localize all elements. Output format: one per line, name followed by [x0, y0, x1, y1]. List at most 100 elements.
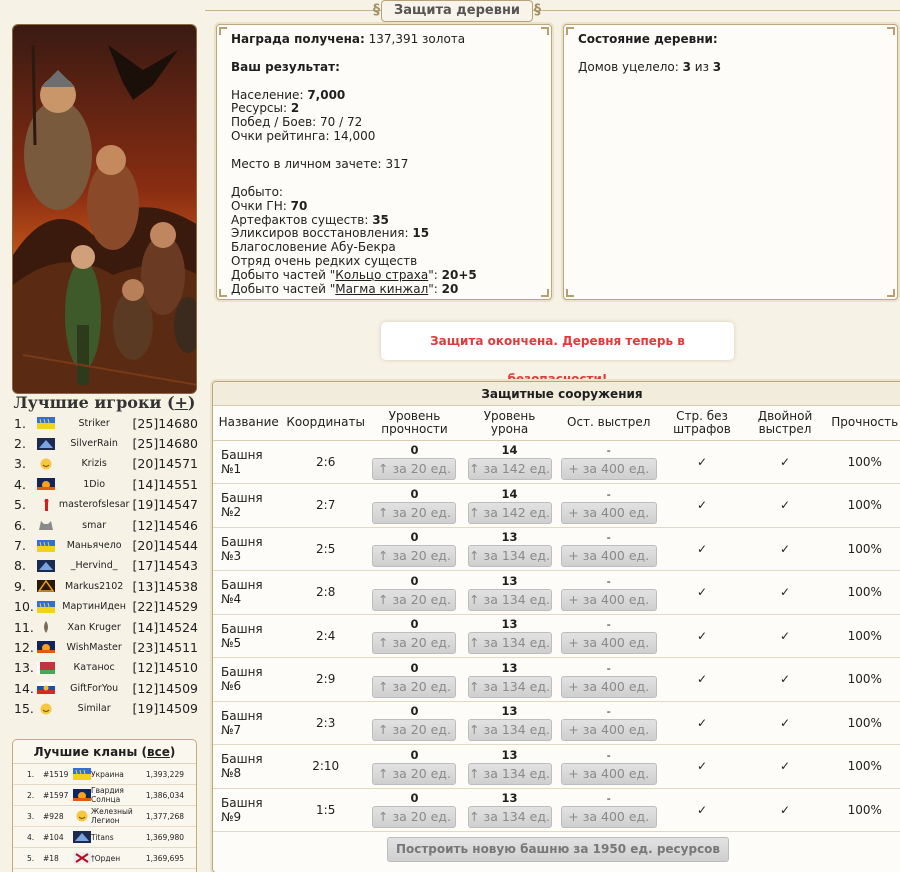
player-name-link[interactable]: Xan Kruger — [56, 622, 133, 633]
player-score: 14571 — [158, 456, 198, 472]
upgrade-durability-button[interactable]: ↑ за 20 ед. — [372, 675, 457, 698]
player-name-link[interactable]: GiftForYou — [56, 683, 133, 694]
clan-flag-icon[interactable] — [36, 702, 56, 716]
tower-name: Башня №4 — [213, 570, 285, 615]
clan-flag-icon[interactable] — [36, 640, 56, 654]
player-rank: 8. — [14, 558, 26, 574]
add-shots-button[interactable]: + за 400 ед. — [560, 719, 657, 742]
player-score: 14510 — [158, 660, 198, 676]
player-name-link[interactable]: SilverRain — [56, 438, 133, 449]
tower-row: Башня №3 2:5 0 ↑ за 20 ед. 13 ↑ за 134 ед. - + … — [213, 527, 900, 571]
durability-level-cell: 0 ↑ за 20 ед. — [366, 701, 463, 745]
clan-name-link[interactable]: Железный Легион — [91, 807, 143, 825]
clan-flag-icon[interactable] — [36, 681, 56, 695]
add-shots-button[interactable]: + за 400 ед. — [560, 762, 657, 785]
dagger-suffix: ": — [428, 282, 438, 297]
upgrade-damage-button[interactable]: ↑ за 142 ед. — [467, 501, 552, 524]
defense-finished-notice: Защита окончена. Деревня теперь в безопа… — [381, 322, 734, 386]
upgrade-durability-button[interactable]: ↑ за 20 ед. — [372, 588, 457, 611]
build-tower-button[interactable]: Построить новую башню за 1950 ед. ресурс… — [387, 837, 729, 862]
tower-name: Башня №6 — [213, 657, 285, 702]
tower-coords: 2:10 — [284, 744, 367, 789]
magma-dagger-link[interactable]: Магма кинжал — [335, 282, 428, 296]
player-level: [20] — [132, 456, 159, 472]
clan-row: 1. #1519 Украина 1,393,229 — [13, 764, 196, 785]
top-players-toggle[interactable]: + — [175, 393, 188, 412]
player-name-link[interactable]: Маньячело — [56, 540, 133, 551]
upgrade-damage-button[interactable]: ↑ за 142 ед. — [467, 458, 552, 481]
clan-flag-icon[interactable] — [36, 477, 56, 491]
upgrade-durability-button[interactable]: ↑ за 20 ед. — [372, 806, 457, 829]
add-shots-button[interactable]: + за 400 ед. — [560, 501, 657, 524]
upgrade-damage-button[interactable]: ↑ за 134 ед. — [467, 719, 552, 742]
player-name-link[interactable]: Катанос — [56, 662, 133, 673]
upgrade-damage-button[interactable]: ↑ за 134 ед. — [467, 675, 552, 698]
damage-level-value: 13 — [501, 660, 518, 675]
upgrade-durability-button[interactable]: ↑ за 20 ед. — [372, 501, 457, 524]
clan-flag-icon[interactable] — [36, 661, 56, 675]
clan-flag-icon[interactable] — [36, 498, 56, 512]
top-clans-all-link[interactable]: все — [147, 745, 170, 759]
player-name-link[interactable]: _Hervind_ — [56, 560, 133, 571]
upgrade-durability-button[interactable]: ↑ за 20 ед. — [372, 632, 457, 655]
player-name-link[interactable]: masterofslesar — [56, 499, 133, 510]
player-rank: 9. — [14, 578, 26, 594]
add-shots-button[interactable]: + за 400 ед. — [560, 806, 657, 829]
player-name-link[interactable]: 1Dio — [56, 479, 133, 490]
village-state-label: Состояние деревни: — [578, 32, 718, 46]
clan-name-link[interactable]: Гвардия Солнца — [91, 786, 143, 804]
player-name-link[interactable]: Striker — [56, 418, 133, 429]
loot-heading: Добыто: — [231, 184, 283, 199]
player-name-link[interactable]: Markus2102 — [56, 581, 133, 592]
clan-flag-icon[interactable] — [36, 539, 56, 553]
add-shots-button[interactable]: + за 400 ед. — [560, 675, 657, 698]
towers-body: Башня №1 2:6 0 ↑ за 20 ед. 14 ↑ за 142 ед. - + … — [213, 440, 900, 832]
upgrade-damage-button[interactable]: ↑ за 134 ед. — [467, 588, 552, 611]
clan-id-link[interactable]: #104 — [43, 833, 73, 842]
clan-flag-icon[interactable] — [36, 579, 56, 593]
clan-flag-icon[interactable] — [36, 437, 56, 451]
clan-flag-icon[interactable] — [36, 559, 56, 573]
clan-id-link[interactable]: #1519 — [43, 770, 73, 779]
player-name-link[interactable]: Similar — [56, 703, 133, 714]
ring-of-fear-link[interactable]: Кольцо страха — [335, 268, 428, 282]
clan-name-link[interactable]: Украина — [91, 770, 143, 779]
player-name-link[interactable]: МартинИден — [56, 601, 133, 612]
ring-parts-value: 20+5 — [441, 268, 477, 283]
player-row: 1. Striker [25] 14680 — [14, 413, 198, 433]
player-name-link[interactable]: WishMaster — [56, 642, 133, 653]
col-damage-level: Уровень урона — [462, 406, 558, 441]
upgrade-damage-button[interactable]: ↑ за 134 ед. — [467, 762, 552, 785]
player-name-link[interactable]: Krizis — [56, 458, 133, 469]
clan-name-link[interactable]: Titans — [91, 833, 143, 842]
add-shots-button[interactable]: + за 400 ед. — [560, 588, 657, 611]
tower-row: Башня №7 2:3 0 ↑ за 20 ед. 13 ↑ за 134 ед. - + … — [213, 701, 900, 745]
add-shots-button[interactable]: + за 400 ед. — [560, 632, 657, 655]
player-score: 14544 — [158, 538, 198, 554]
upgrade-durability-button[interactable]: ↑ за 20 ед. — [372, 545, 457, 568]
clan-flag-icon — [73, 789, 91, 801]
clan-id-link[interactable]: #928 — [43, 812, 73, 821]
player-score: 14680 — [158, 415, 198, 431]
player-name-link[interactable]: smar — [56, 520, 133, 531]
clan-flag-icon[interactable] — [36, 518, 56, 532]
player-rank: 2. — [14, 436, 26, 452]
clan-flag-icon[interactable] — [36, 600, 56, 614]
upgrade-durability-button[interactable]: ↑ за 20 ед. — [372, 458, 457, 481]
clan-id-link[interactable]: #18 — [43, 854, 73, 863]
clan-flag-icon[interactable] — [36, 457, 56, 471]
durability-level-cell: 0 ↑ за 20 ед. — [366, 788, 463, 832]
add-shots-button[interactable]: + за 400 ед. — [560, 545, 657, 568]
artifacts-value: 35 — [372, 212, 389, 227]
player-score: 14543 — [158, 558, 198, 574]
upgrade-durability-button[interactable]: ↑ за 20 ед. — [372, 762, 457, 785]
clan-flag-icon[interactable] — [36, 416, 56, 430]
clan-flag-icon[interactable] — [36, 620, 56, 634]
clan-name-link[interactable]: †Орден — [91, 854, 143, 863]
upgrade-damage-button[interactable]: ↑ за 134 ед. — [467, 806, 552, 829]
upgrade-damage-button[interactable]: ↑ за 134 ед. — [467, 632, 552, 655]
upgrade-damage-button[interactable]: ↑ за 134 ед. — [467, 545, 552, 568]
add-shots-button[interactable]: + за 400 ед. — [560, 458, 657, 481]
clan-id-link[interactable]: #1597 — [43, 791, 73, 800]
upgrade-durability-button[interactable]: ↑ за 20 ед. — [372, 719, 457, 742]
